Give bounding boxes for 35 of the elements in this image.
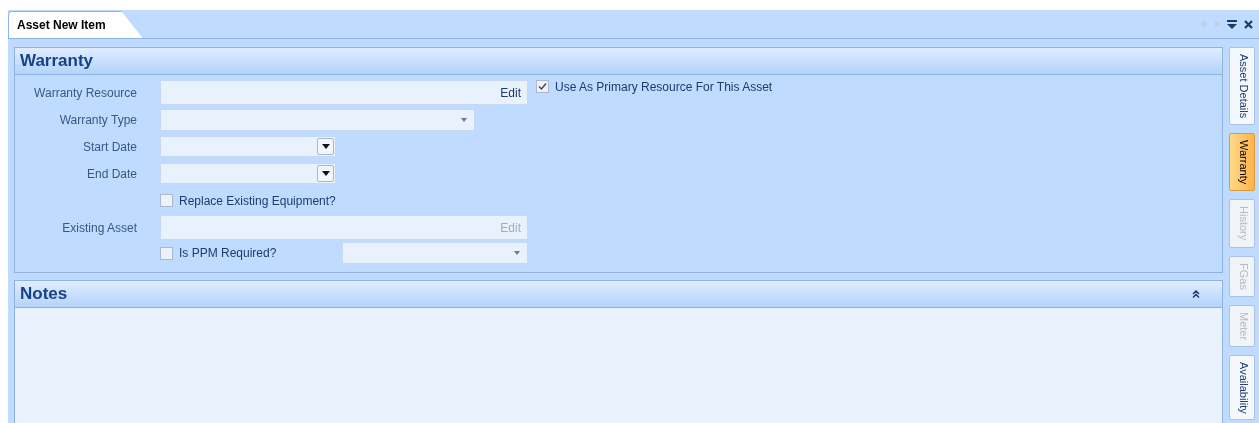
field-label: Start Date — [81, 139, 138, 154]
field-label: Warranty Type — [58, 112, 138, 127]
panel-title: Warranty — [20, 51, 94, 71]
dropdown-button[interactable] — [317, 165, 334, 182]
side-tab[interactable]: Availability — [1229, 354, 1255, 421]
close-icon[interactable] — [1244, 19, 1253, 29]
scroll-left-icon[interactable] — [1201, 20, 1207, 28]
caret-icon — [514, 251, 520, 255]
document-tab[interactable]: Asset New Item — [8, 11, 143, 38]
notes-field[interactable] — [15, 308, 1222, 423]
side-tab[interactable]: Asset Details — [1229, 47, 1255, 126]
scroll-right-icon[interactable] — [1214, 20, 1220, 28]
checkbox[interactable] — [160, 194, 173, 207]
lookup-field[interactable]: Edit — [160, 80, 528, 105]
field-label: Warranty Resource — [33, 85, 138, 100]
dropdown-field[interactable] — [342, 242, 528, 264]
checkbox-label: Replace Existing Equipment? — [179, 193, 336, 208]
dropdown-button[interactable] — [317, 138, 334, 155]
checkbox[interactable] — [536, 80, 549, 93]
dropdown-menu-icon[interactable] — [1227, 19, 1237, 29]
side-tab[interactable]: Warranty — [1229, 133, 1255, 192]
caret-icon — [321, 144, 330, 149]
edit-button[interactable]: Edit — [494, 85, 527, 100]
caret-icon — [321, 171, 330, 176]
checkbox-label: Is PPM Required? — [179, 246, 277, 260]
checkbox-label: Use As Primary Resource For This Asset — [555, 79, 773, 94]
caret-icon — [461, 117, 467, 122]
dropdown-field[interactable] — [160, 108, 475, 131]
panel-title: Notes — [20, 284, 68, 304]
field-label: Existing Asset — [61, 220, 138, 235]
field-label: End Date — [85, 166, 138, 181]
date-field[interactable] — [160, 163, 336, 184]
checkbox[interactable] — [160, 246, 173, 260]
collapse-icon[interactable] — [1192, 290, 1200, 298]
date-field[interactable] — [160, 136, 336, 157]
